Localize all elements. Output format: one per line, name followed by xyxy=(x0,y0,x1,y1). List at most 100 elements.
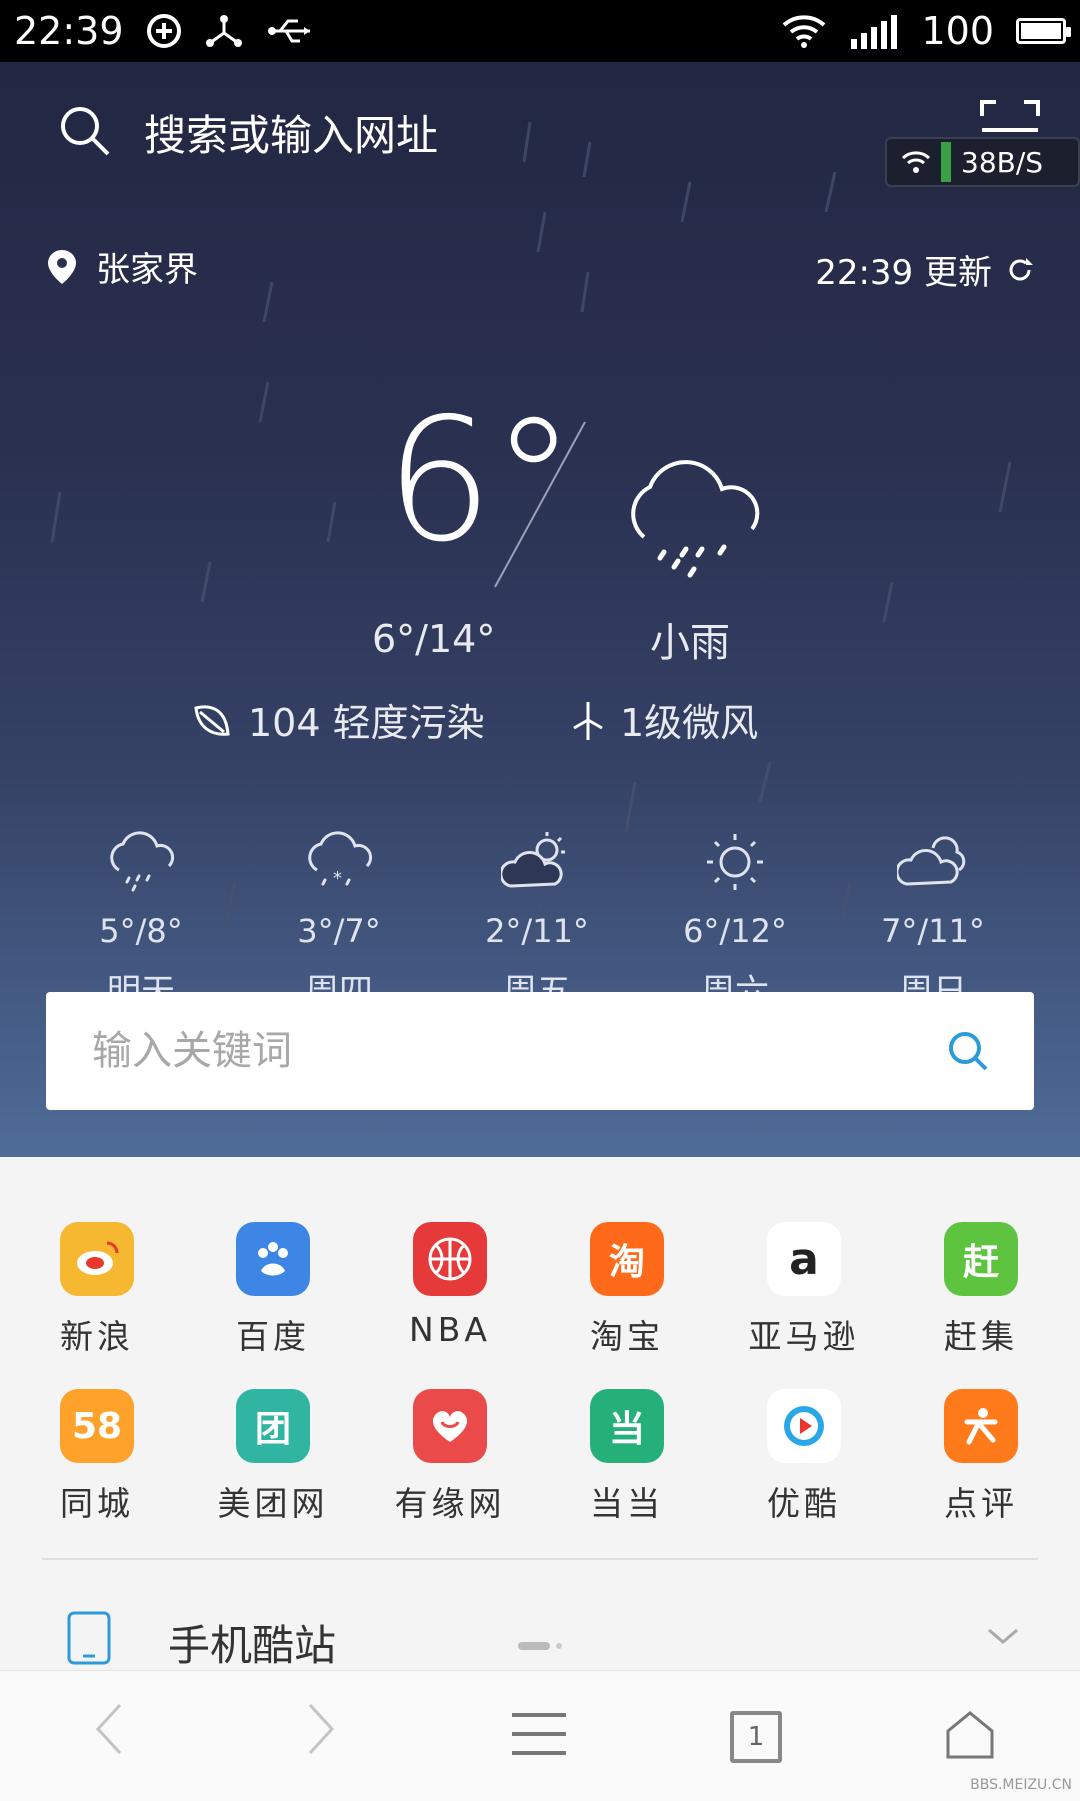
air-quality: 104 轻度污染 xyxy=(192,692,485,747)
forecast-range: 3°/7° xyxy=(297,912,381,950)
shortcut-ganji[interactable]: 赶 赶集 xyxy=(911,1222,1051,1358)
usb-icon xyxy=(266,16,314,46)
cool-sites-title: 手机酷站 xyxy=(168,1621,337,1670)
forecast-day: 6°/12° 周六 xyxy=(636,822,834,1013)
battery-icon xyxy=(1016,18,1071,44)
leaf-icon xyxy=(194,704,230,736)
page-indicator xyxy=(518,1642,550,1650)
menu-button[interactable] xyxy=(510,1711,568,1757)
forecast-range: 6°/12° xyxy=(683,912,787,950)
forecast-day: 5°/8° 明天 xyxy=(42,822,240,1013)
weather-condition: 小雨 xyxy=(650,620,730,666)
svg-text:*: * xyxy=(333,868,342,889)
shortcut-meituan[interactable]: 团 美团网 xyxy=(203,1389,343,1525)
dianping-icon xyxy=(944,1389,1018,1463)
shortcut-label: 优酷 xyxy=(767,1484,841,1523)
tabs-button[interactable]: 1 xyxy=(730,1711,782,1763)
taobao-glyph: 淘 xyxy=(608,1242,645,1283)
youyuan-icon xyxy=(413,1389,487,1463)
chevron-down-icon[interactable] xyxy=(986,1626,1020,1646)
shortcut-58[interactable]: 58 同城 xyxy=(27,1389,167,1525)
wind-turbine-icon xyxy=(573,701,603,740)
forecast-range: 5°/8° xyxy=(99,912,183,950)
sunny-icon xyxy=(707,834,763,890)
meituan-icon: 团 xyxy=(236,1389,310,1463)
shortcut-label: 点评 xyxy=(944,1484,1018,1523)
status-bar: 22:39 100 xyxy=(0,0,1080,62)
forecast-list: 5°/8° 明天 * 3°/7° 周四 2°/11° 周五 6°/12° 周六 … xyxy=(42,822,1032,1013)
youku-icon xyxy=(767,1389,841,1463)
shortcut-dianping[interactable]: 点评 xyxy=(911,1389,1051,1525)
58-icon: 58 xyxy=(60,1389,134,1463)
meituan-glyph: 团 xyxy=(254,1409,291,1450)
weather-panel: 搜索或输入网址 38B/S 张家界 22:39 更新 6° 6°/14° 小雨 … xyxy=(0,62,1080,1157)
shortcut-label: 新浪 xyxy=(60,1317,134,1356)
sina-icon xyxy=(60,1222,134,1296)
wind-text: 1级微风 xyxy=(620,701,759,745)
shortcut-label: 美团网 xyxy=(217,1484,329,1523)
aqi-text: 104 轻度污染 xyxy=(248,701,485,745)
keyword-input[interactable] xyxy=(90,1027,794,1075)
forecast-range: 7°/11° xyxy=(881,912,985,950)
shortcut-youyuan[interactable]: 有缘网 xyxy=(380,1389,520,1525)
home-icon xyxy=(946,1711,994,1759)
wind: 1级微风 xyxy=(568,692,758,747)
shortcut-grid: 新浪 百度 NBA 淘 淘宝 a 亚马逊 赶 赶集 58 同城 团 美团网 有缘… xyxy=(0,1157,1080,1562)
forward-button[interactable] xyxy=(306,1701,338,1757)
amazon-glyph: a xyxy=(789,1233,819,1285)
shortcut-taobao[interactable]: 淘 淘宝 xyxy=(557,1222,697,1358)
shortcut-dangdang[interactable]: 当 当当 xyxy=(557,1389,697,1525)
shortcut-label: 有缘网 xyxy=(394,1484,506,1523)
phone-icon xyxy=(67,1611,111,1665)
battery-level: 100 xyxy=(921,9,994,53)
tab-count: 1 xyxy=(730,1711,782,1763)
shortcut-sina[interactable]: 新浪 xyxy=(27,1222,167,1358)
home-button[interactable] xyxy=(944,1709,996,1759)
bottom-nav: 1 BBS.MEIZU.CN xyxy=(0,1670,1080,1801)
rain-cloud-icon xyxy=(631,460,760,578)
shortcut-youku[interactable]: 优酷 xyxy=(734,1389,874,1525)
status-time: 22:39 xyxy=(14,9,124,53)
menu-icon xyxy=(512,1713,566,1755)
rain-icon xyxy=(110,831,175,892)
shortcut-nba[interactable]: NBA xyxy=(380,1222,520,1349)
temperature-range: 6°/14° xyxy=(372,617,496,661)
shortcut-label: 百度 xyxy=(236,1317,310,1356)
shortcut-label: 淘宝 xyxy=(590,1317,664,1356)
sync-icon xyxy=(146,13,182,49)
dangdang-glyph: 当 xyxy=(608,1409,645,1450)
ganji-glyph: 赶 xyxy=(962,1242,999,1283)
sleet-icon: * xyxy=(308,831,373,889)
baidu-icon xyxy=(236,1222,310,1296)
watermark: BBS.MEIZU.CN xyxy=(970,1777,1072,1793)
page-indicator-dot xyxy=(556,1643,562,1649)
wifi-icon xyxy=(781,13,827,49)
divider-slash xyxy=(494,421,586,588)
tongcheng-glyph: 58 xyxy=(71,1405,123,1447)
cloudy-icon xyxy=(897,836,966,886)
shortcut-label: NBA xyxy=(409,1310,491,1349)
shortcut-label: 同城 xyxy=(60,1484,134,1523)
shortcut-baidu[interactable]: 百度 xyxy=(203,1222,343,1358)
forecast-day: * 3°/7° 周四 xyxy=(240,822,438,1013)
signal-icon xyxy=(849,13,899,49)
shortcut-label: 亚马逊 xyxy=(748,1317,860,1356)
amazon-icon: a xyxy=(767,1222,841,1296)
keyword-search-box[interactable] xyxy=(46,992,1034,1110)
taobao-icon: 淘 xyxy=(590,1222,664,1296)
forecast-range: 2°/11° xyxy=(485,912,589,950)
shortcut-amazon[interactable]: a 亚马逊 xyxy=(734,1222,874,1358)
forward-arrow-icon xyxy=(308,1703,335,1755)
forecast-day: 7°/11° 周日 xyxy=(834,822,1032,1013)
back-button[interactable] xyxy=(92,1701,124,1757)
nba-icon xyxy=(413,1222,487,1296)
share-icon xyxy=(204,13,244,49)
search-icon[interactable] xyxy=(946,1029,990,1073)
back-arrow-icon xyxy=(95,1703,122,1755)
ganji-icon: 赶 xyxy=(944,1222,1018,1296)
cool-sites-section[interactable]: 手机酷站 xyxy=(0,1560,1080,1670)
partly-cloudy-icon xyxy=(501,832,565,888)
forecast-day: 2°/11° 周五 xyxy=(438,822,636,1013)
shortcut-label: 赶集 xyxy=(944,1317,1018,1356)
dangdang-icon: 当 xyxy=(590,1389,664,1463)
